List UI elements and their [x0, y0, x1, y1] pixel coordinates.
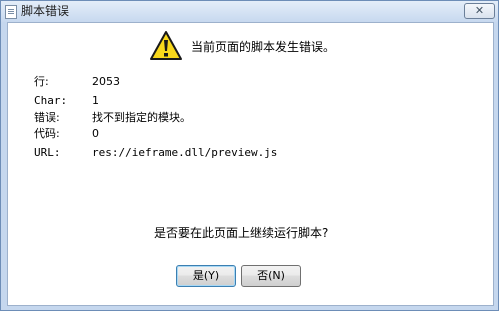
- close-button[interactable]: ✕: [464, 3, 495, 19]
- error-headline: 当前页面的脚本发生错误。: [191, 40, 336, 54]
- field-char-value: 1: [92, 94, 99, 107]
- field-error-value: 找不到指定的模块。: [92, 111, 191, 124]
- field-url-label: URL:: [34, 146, 61, 159]
- window-title: 脚本错误: [21, 4, 70, 18]
- field-code-value: 0: [92, 127, 99, 140]
- script-error-dialog: 脚本错误 ✕ 当前页面的脚本发生错误。 行: 2053 Char: 1 错误: …: [0, 0, 499, 311]
- field-char-label: Char:: [34, 94, 68, 107]
- document-icon: [5, 5, 17, 19]
- continue-question: 是否要在此页面上继续运行脚本?: [154, 226, 329, 240]
- title-bar[interactable]: 脚本错误 ✕: [1, 1, 498, 22]
- field-line-label: 行:: [34, 75, 49, 88]
- field-line-value: 2053: [92, 75, 120, 88]
- warning-icon: [150, 31, 182, 60]
- field-error-label: 错误:: [34, 111, 60, 124]
- field-url-value: res://ieframe.dll/preview.js: [92, 146, 278, 159]
- no-button[interactable]: 否(N): [241, 265, 301, 287]
- field-code-label: 代码:: [34, 127, 60, 140]
- dialog-body: 当前页面的脚本发生错误。 行: 2053 Char: 1 错误: 找不到指定的模…: [7, 22, 494, 306]
- yes-button[interactable]: 是(Y): [176, 265, 236, 287]
